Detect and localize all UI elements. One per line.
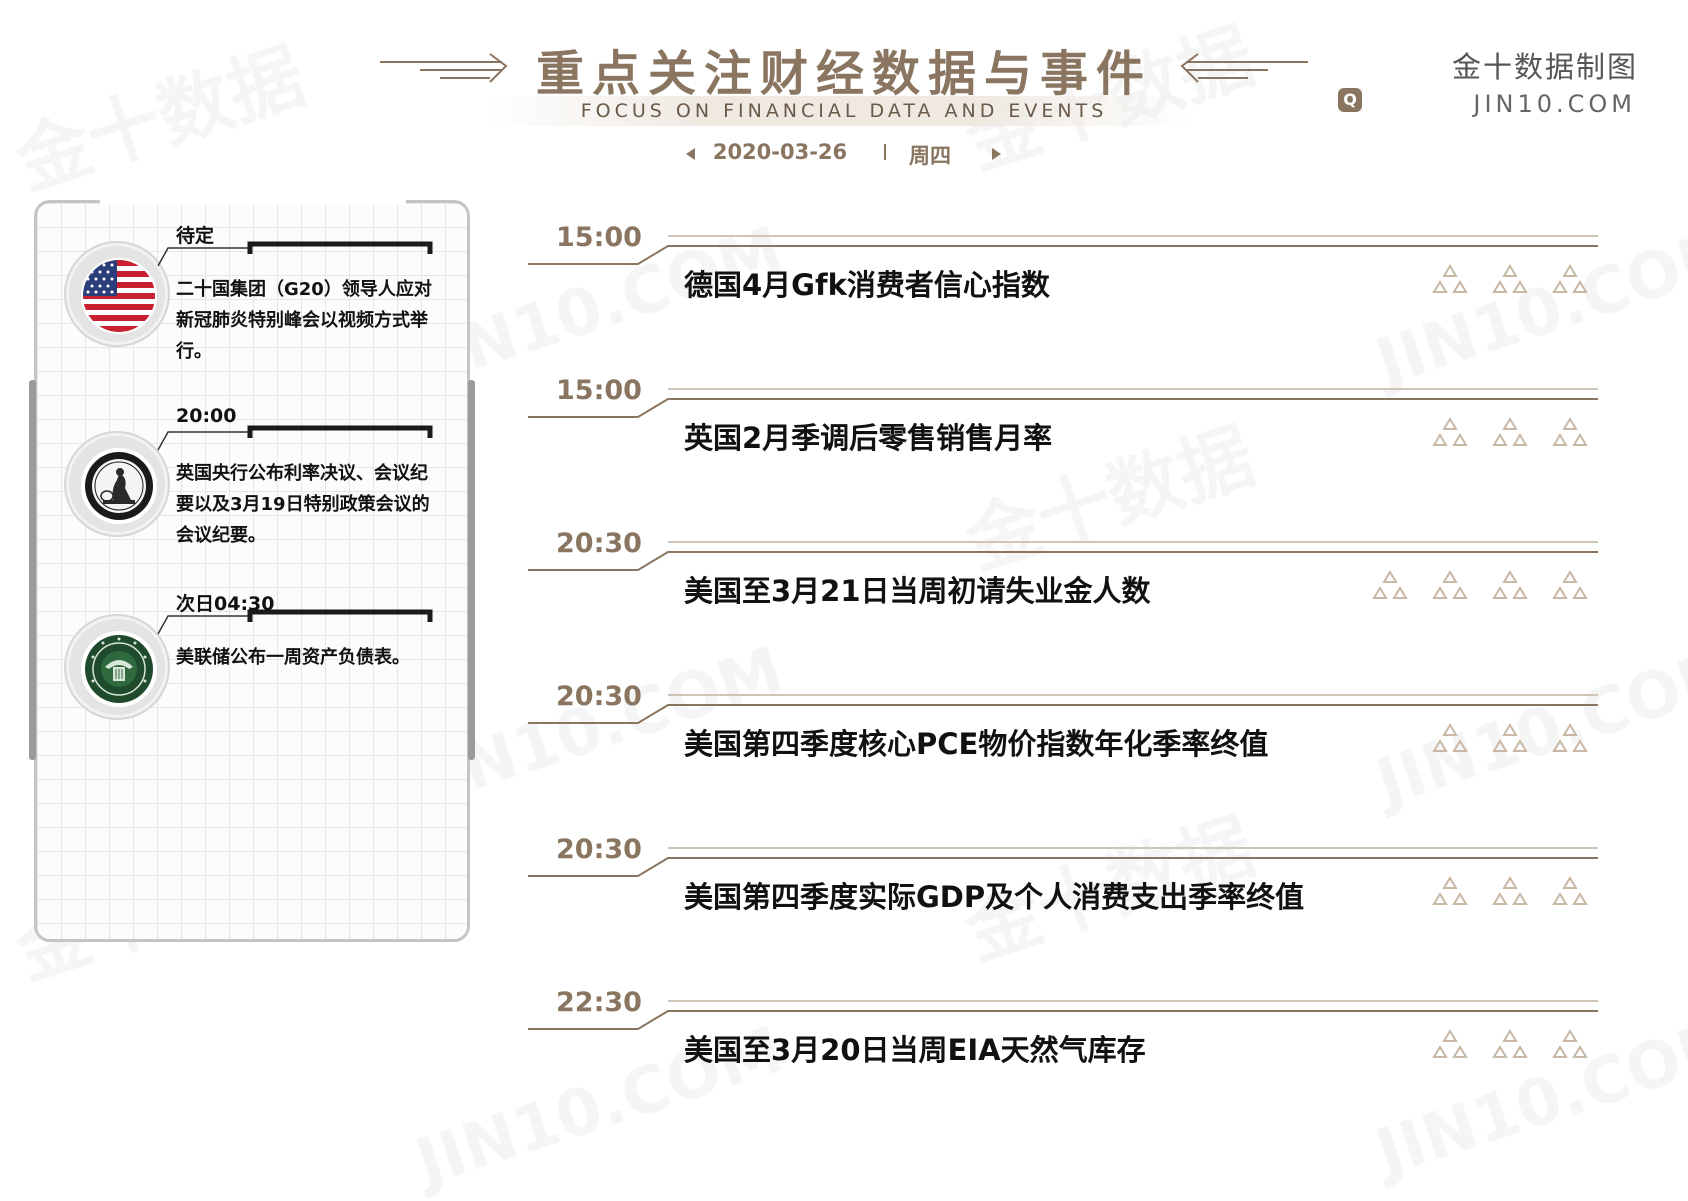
panel-side-bar <box>468 380 475 760</box>
date-label: 2020-03-26 <box>712 140 848 164</box>
importance-rating <box>1432 415 1588 455</box>
date-divider <box>884 144 886 160</box>
importance-triangle-icon <box>1552 874 1588 910</box>
event-description: 英国央行公布利率决议、会议纪要以及3月19日特别政策会议的会议纪要。 <box>176 463 430 546</box>
importance-triangle-icon <box>1432 262 1468 298</box>
importance-triangle-icon <box>1432 415 1468 451</box>
importance-triangle-icon <box>1552 1027 1588 1063</box>
importance-rating <box>1432 721 1588 761</box>
importance-triangle-icon <box>1372 568 1408 604</box>
us-flag-icon <box>81 258 157 334</box>
next-day-arrow-icon[interactable] <box>992 148 1001 160</box>
importance-rating <box>1432 874 1588 914</box>
timeline-time: 20:30 <box>556 681 642 712</box>
importance-triangle-icon <box>1492 721 1528 757</box>
importance-triangle-icon <box>1432 1027 1468 1063</box>
panel-side-bar <box>29 380 36 760</box>
importance-triangle-icon <box>1552 721 1588 757</box>
timeline-title: 德国4月Gfk消费者信心指数 <box>684 268 1050 302</box>
panel-top-notch <box>100 197 406 205</box>
timeline-title: 美国至3月21日当周初请失业金人数 <box>684 574 1151 608</box>
event-time: 20:00 <box>176 405 237 427</box>
importance-triangle-icon <box>1432 874 1468 910</box>
timeline-title: 美国第四季度实际GDP及个人消费支出季率终值 <box>684 880 1305 914</box>
importance-triangle-icon <box>1552 415 1588 451</box>
importance-rating <box>1372 568 1588 608</box>
brand-caption: 金十数据制图 <box>1451 50 1638 84</box>
event-time: 次日04:30 <box>176 593 275 615</box>
event-description: 美联储公布一周资产负债表。 <box>176 647 410 668</box>
event-description: 二十国集团（G20）领导人应对新冠肺炎特别峰会以视频方式举行。 <box>176 279 432 362</box>
page-subtitle: FOCUS ON FINANCIAL DATA AND EVENTS <box>580 100 1108 122</box>
importance-rating <box>1432 1027 1588 1067</box>
importance-triangle-icon <box>1492 262 1528 298</box>
timeline-time: 15:00 <box>556 222 642 253</box>
timeline-time: 22:30 <box>556 987 642 1018</box>
importance-triangle-icon <box>1492 874 1528 910</box>
importance-triangle-icon <box>1492 1027 1528 1063</box>
page-title: 重点关注财经数据与事件 <box>535 46 1152 102</box>
importance-triangle-icon <box>1552 568 1588 604</box>
importance-rating <box>1432 262 1588 302</box>
importance-triangle-icon <box>1432 568 1468 604</box>
federal-reserve-seal-icon <box>81 631 157 707</box>
importance-triangle-icon <box>1492 415 1528 451</box>
timeline-title: 美国至3月20日当周EIA天然气库存 <box>684 1033 1146 1067</box>
timeline-title: 英国2月季调后零售销售月率 <box>684 421 1053 455</box>
brand-logo-icon: Q <box>1338 88 1362 112</box>
bank-of-england-seal-icon <box>81 448 157 524</box>
event-time: 待定 <box>176 225 215 247</box>
date-selector: 2020-03-26 周四 <box>0 136 1688 168</box>
brand-site: JIN10.COM <box>1473 90 1636 118</box>
weekday-label: 周四 <box>909 144 951 168</box>
importance-triangle-icon <box>1492 568 1528 604</box>
timeline-time: 20:30 <box>556 834 642 865</box>
importance-triangle-icon <box>1432 721 1468 757</box>
timeline-time: 15:00 <box>556 375 642 406</box>
timeline-title: 美国第四季度核心PCE物价指数年化季率终值 <box>684 727 1269 761</box>
importance-triangle-icon <box>1552 262 1588 298</box>
timeline-time: 20:30 <box>556 528 642 559</box>
